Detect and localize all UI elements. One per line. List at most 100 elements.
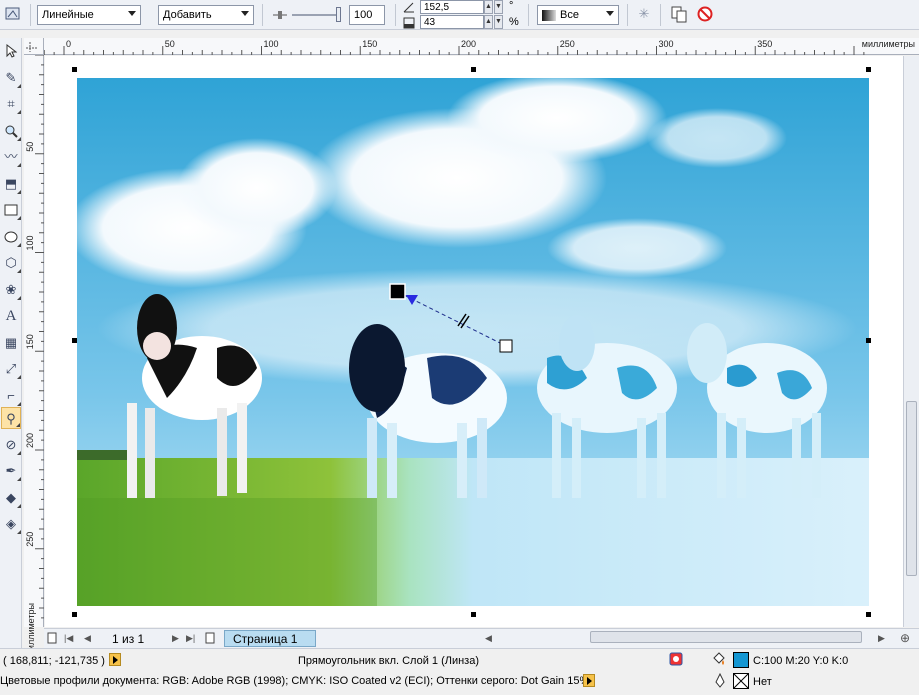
ellipse-tool-icon[interactable] [1,226,21,248]
status-bar: ( 168,811; -121,735 ) Прямоугольник вкл.… [0,648,919,695]
angle-unit: ° [509,0,514,12]
pad-down-button[interactable]: ▼ [494,15,503,29]
outline-none-swatch[interactable] [733,673,749,689]
fill-info: C:100 M:20 Y:0 K:0 [753,655,849,667]
vertical-scrollbar[interactable] [903,56,919,627]
text-tool-icon[interactable]: A [1,305,21,327]
next-page-button[interactable]: ▶ [172,633,179,644]
selection-handle[interactable] [471,67,476,72]
add-page-after-icon[interactable] [204,632,216,646]
toolbox: ✎ ⌗ 〰 ⬒ ⬡ ❀ A ▦ ⤢ ⌐ ⚲ ⊘ ✒ ◆ ◈ [0,38,22,650]
fill-tool-icon[interactable]: ◆ [1,487,21,509]
ruler-tick-label: 0 [66,39,71,49]
merge-mode-value: Добавить [163,9,212,21]
freehand-tool-icon[interactable]: 〰 [1,146,21,168]
selection-handle[interactable] [866,67,871,72]
ruler-tick-label: 250 [560,39,575,49]
midpoint-slider[interactable] [292,7,344,23]
first-page-button[interactable]: |◀ [64,633,73,644]
connector-tool-icon[interactable]: ⌐ [1,385,21,407]
scroll-right-button[interactable]: ▶ [878,633,885,644]
ruler-origin[interactable] [24,38,44,55]
clear-transparency-icon[interactable] [696,5,714,23]
freeze-icon[interactable]: ✳ [635,5,653,23]
outline-tool-icon[interactable]: ✒ [1,460,21,482]
ruler-tick-label: 150 [25,334,35,349]
cow-photo-object[interactable] [77,78,869,606]
midpoint-icon [272,8,288,22]
selection-handle[interactable] [866,338,871,343]
horizontal-scrollbar[interactable] [590,631,862,643]
ruler-tick-label: 250 [25,532,35,547]
ruler-tick-label: 150 [362,39,377,49]
smart-fill-tool-icon[interactable]: ⬒ [1,173,21,195]
crop-tool-icon[interactable]: ⌗ [1,93,21,115]
prev-page-button[interactable]: ◀ [84,633,91,644]
dimension-tool-icon[interactable]: ⤢ [1,358,21,380]
horizontal-ruler[interactable]: 0 50 100 150 200 250 300 350 миллиметры [43,38,919,55]
ruler-tick-label: 100 [25,235,35,250]
selection-handle[interactable] [72,612,77,617]
shape-tool-icon[interactable]: ✎ [1,67,21,89]
ruler-tick-label: 200 [461,39,476,49]
angle-down-button[interactable]: ▼ [494,0,503,14]
selection-handle[interactable] [72,67,77,72]
polygon-tool-icon[interactable]: ⬡ [1,252,21,274]
selection-handle[interactable] [72,338,77,343]
angle-value: 152,5 [424,2,450,13]
ruler-tick-label: 300 [659,39,674,49]
edge-pad-input[interactable]: 43 [420,15,484,29]
merge-mode-select[interactable]: Добавить [158,5,254,25]
selection-handle[interactable] [866,612,871,617]
zoom-navigator-icon[interactable]: ⊕ [900,631,910,645]
ruler-tick-label: 50 [25,142,35,152]
coordinates-menu-button[interactable] [109,653,121,666]
ruler-tick-label: 100 [264,39,279,49]
midpoint-input[interactable]: 100 [349,5,385,25]
copy-transparency-icon[interactable] [670,5,688,23]
pick-tool-icon[interactable] [1,40,21,62]
ruler-tick-label: 350 [757,39,772,49]
scroll-left-button[interactable]: ◀ [485,633,492,644]
interactive-fill-tool-icon[interactable]: ◈ [1,513,21,535]
gradient-swatch-icon [542,10,556,21]
transparency-editor-icon[interactable] [4,5,22,23]
edge-pad-icon [402,16,416,29]
rectangle-tool-icon[interactable] [1,199,21,221]
vector-end-node[interactable] [499,339,513,353]
property-bar: Линейные Добавить 100 152,5 ▲ ▼ ° 43 ▲ ▼… [0,0,919,30]
color-profiles-menu-button[interactable] [583,674,595,687]
horizontal-ruler-unit: миллиметры [861,39,915,49]
angle-input[interactable]: 152,5 [420,0,484,14]
last-page-button[interactable]: ▶| [186,633,195,644]
zoom-tool-icon[interactable] [1,120,21,142]
vertical-scroll-thumb[interactable] [906,401,917,576]
eyedropper-tool-icon[interactable]: ⊘ [1,434,21,456]
fill-type-select[interactable]: Линейные [37,5,141,25]
transparency-tool-icon[interactable]: ⚲ [1,407,21,429]
angle-icon [402,1,416,14]
fill-color-swatch[interactable] [733,652,749,668]
page-tab-label: Страница 1 [233,632,298,646]
document-color-profiles: Цветовые профили документа: RGB: Adobe R… [0,675,590,687]
angle-up-button[interactable]: ▲ [484,0,493,14]
cow-photo-image [77,78,869,606]
edge-pad-value: 43 [424,17,436,28]
table-tool-icon[interactable]: ▦ [1,332,21,354]
tab-page-1[interactable]: Страница 1 [224,630,316,647]
pad-unit: % [509,16,519,28]
cursor-coordinates: ( 168,811; -121,735 ) [3,655,105,667]
selection-handle[interactable] [471,612,476,617]
vector-start-node[interactable] [389,283,406,300]
chevron-down-icon [606,11,614,16]
ruler-tick-label: 200 [25,433,35,448]
ruler-tick-label: 50 [165,39,175,49]
vertical-ruler[interactable]: 50 100 150 200 250 миллиметры [24,54,44,656]
vertical-ruler-ticks: 50 100 150 200 250 [25,54,44,619]
scope-select[interactable]: Все [537,5,619,25]
midpoint-value: 100 [354,9,373,21]
basic-shapes-tool-icon[interactable]: ❀ [1,279,21,301]
add-page-before-icon[interactable] [46,632,58,646]
color-proof-icon[interactable] [669,652,683,666]
pad-up-button[interactable]: ▲ [484,15,493,29]
